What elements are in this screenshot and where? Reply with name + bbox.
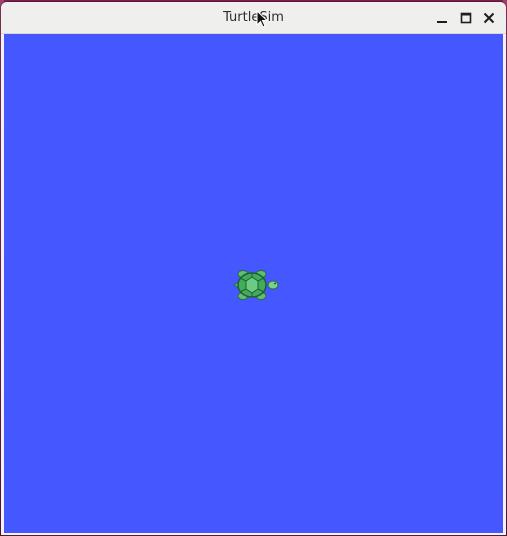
maximize-icon: [460, 12, 472, 24]
turtlesim-canvas: [4, 34, 503, 533]
minimize-button[interactable]: [435, 10, 449, 24]
minimize-icon: [437, 21, 447, 23]
maximize-button[interactable]: [459, 10, 473, 24]
window-title: TurtleSim: [223, 10, 284, 25]
turtle-icon: [233, 270, 279, 300]
turtlesim-window: TurtleSim: [1, 2, 506, 535]
close-button[interactable]: [482, 10, 496, 24]
close-icon: [483, 12, 495, 24]
mouse-cursor-icon: [256, 10, 268, 28]
window-titlebar[interactable]: TurtleSim: [1, 2, 506, 34]
